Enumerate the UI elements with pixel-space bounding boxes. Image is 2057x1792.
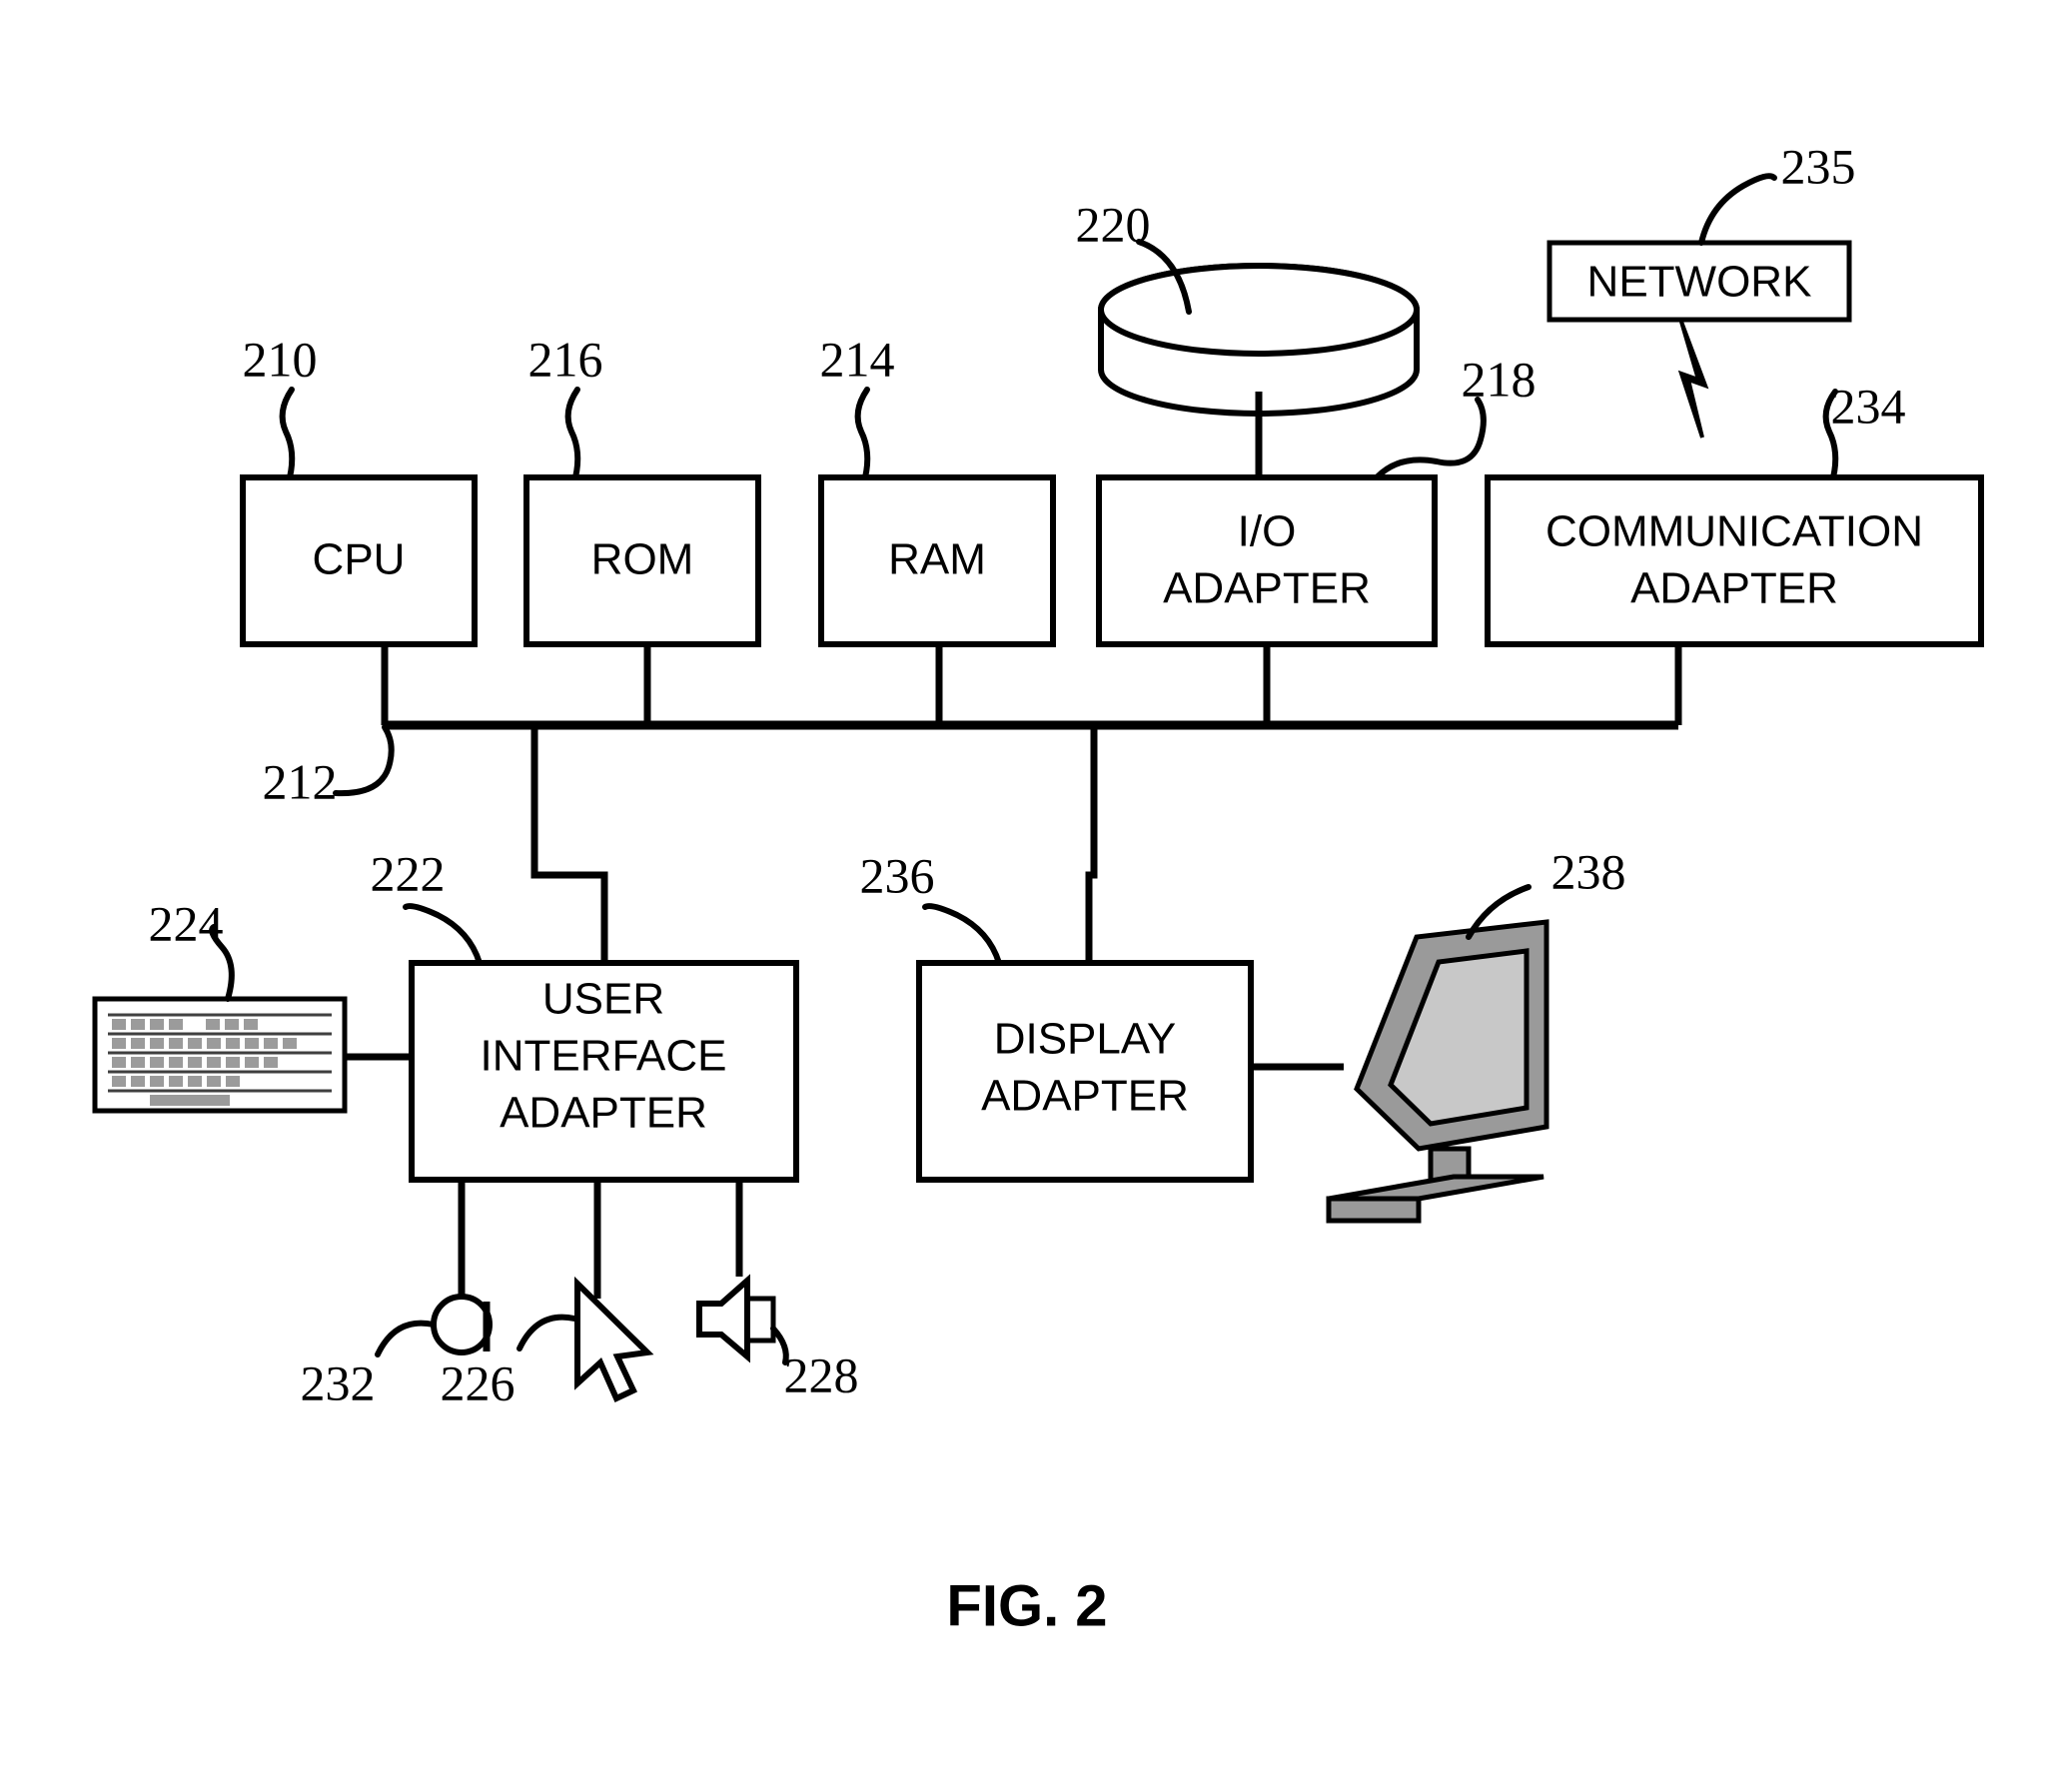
block-network[interactable]: NETWORK 235 [1546, 138, 1856, 439]
figure-caption: FIG. 2 [946, 1573, 1107, 1638]
block-user-interface-adapter[interactable]: USER INTERFACE ADAPTER 222 [371, 845, 799, 1183]
ref-228: 228 [784, 1346, 859, 1402]
comm-adapter-label-line1: COMMUNICATION [1545, 507, 1923, 556]
ref-236: 236 [860, 847, 935, 903]
patent-figure: 212 CPU 210 ROM 216 RAM 214 I/O ADAPTER [0, 0, 2057, 1792]
block-display-adapter[interactable]: DISPLAY ADAPTER 236 [860, 847, 1254, 1183]
network-label: NETWORK [1587, 258, 1812, 307]
diagram-canvas: 212 CPU 210 ROM 216 RAM 214 I/O ADAPTER [92, 138, 1984, 1638]
block-io-adapter[interactable]: I/O ADAPTER 218 [1096, 351, 1537, 647]
display-adapter-label-line1: DISPLAY [994, 1015, 1177, 1064]
ref-235: 235 [1781, 138, 1856, 194]
ref-234: 234 [1831, 378, 1906, 434]
io-adapter-label-line2: ADAPTER [1163, 564, 1371, 613]
system-bus: 212 [263, 644, 1682, 963]
block-cpu[interactable]: CPU 210 [240, 331, 478, 647]
display-adapter-label-line2: ADAPTER [981, 1072, 1189, 1121]
keyboard-icon: 224 [92, 895, 412, 1114]
rom-label: ROM [591, 535, 694, 584]
ref-216: 216 [528, 331, 603, 387]
block-rom[interactable]: ROM 216 [523, 331, 761, 647]
ref-212: 212 [263, 753, 338, 809]
io-adapter-label-line1: I/O [1238, 507, 1297, 556]
ref-238: 238 [1551, 843, 1626, 899]
cpu-label: CPU [313, 535, 406, 584]
ref-222: 222 [371, 845, 446, 901]
ref-210: 210 [243, 331, 318, 387]
ref-214: 214 [820, 331, 895, 387]
ui-adapter-label-line1: USER [542, 975, 664, 1024]
speaker-icon: 228 [696, 1180, 859, 1402]
ui-adapter-label-line2: INTERFACE [481, 1032, 727, 1081]
ref-226: 226 [441, 1354, 515, 1410]
ref-232: 232 [301, 1354, 376, 1410]
disk-storage-icon: 220 [1076, 196, 1420, 477]
ram-label: RAM [888, 535, 986, 584]
block-ram[interactable]: RAM 214 [818, 331, 1056, 647]
ref-220: 220 [1076, 196, 1151, 252]
ui-adapter-label-line3: ADAPTER [500, 1089, 707, 1138]
ref-224: 224 [149, 895, 224, 951]
ref-218: 218 [1462, 351, 1537, 407]
comm-adapter-label-line2: ADAPTER [1630, 564, 1838, 613]
monitor-icon: 238 [1251, 843, 1626, 1224]
block-communication-adapter[interactable]: COMMUNICATION ADAPTER 234 [1485, 378, 1984, 647]
